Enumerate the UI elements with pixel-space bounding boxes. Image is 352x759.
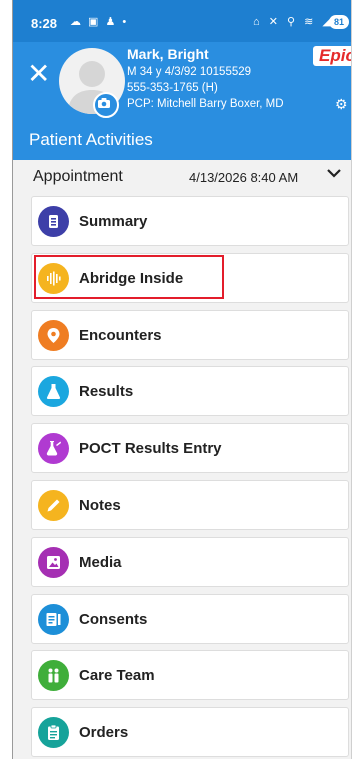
battery-icon: 81 [329,15,349,29]
activity-summary[interactable]: Summary [31,196,349,246]
notes-icon [38,489,69,521]
patient-header: ✕ Mark, Bright M 34 y 4/3/92 10155529 55… [13,42,351,118]
gear-icon[interactable]: ⚙ [335,96,348,113]
activity-consents[interactable]: Consents [31,593,349,644]
activity-label: Encounters [79,326,162,344]
activity-care-team[interactable]: Care Team [31,650,349,701]
activity-label: Media [79,553,122,571]
close-icon[interactable]: ✕ [27,60,50,88]
abridge-icon [38,262,69,294]
poct-icon [38,433,69,465]
media-icon [38,546,69,578]
results-icon [38,376,69,408]
chevron-down-icon[interactable] [325,164,343,182]
encounters-icon [38,319,69,351]
activity-list: Summary Abridge Inside Encounters Result… [31,196,349,759]
activity-notes[interactable]: Notes [31,479,349,530]
consents-icon [38,603,69,635]
summary-icon [38,206,69,237]
notification-icons: ☁ ▣ ♟ • [70,16,129,28]
activity-label: Orders [79,724,129,742]
activity-poct-results-entry[interactable]: POCT Results Entry [31,423,349,474]
patient-pcp: PCP: Mitchell Barry Boxer, MD [127,98,284,110]
system-icons: ⌂ ✕ ⚲ ≋ ◢ [253,16,334,28]
status-bar: 8:28 ☁ ▣ ♟ • ⌂ ✕ ⚲ ≋ ◢ 81 [13,0,351,42]
activity-encounters[interactable]: Encounters [31,309,349,360]
activity-orders[interactable]: Orders [31,707,349,758]
patient-name: Mark, Bright [127,46,209,62]
appointment-selector[interactable]: Appointment 4/13/2026 8:40 AM [13,160,351,196]
activity-label: Summary [79,213,148,230]
patient-phone: 555-353-1765 (H) [127,82,218,94]
activity-results[interactable]: Results [31,366,349,417]
app-frame: 8:28 ☁ ▣ ♟ • ⌂ ✕ ⚲ ≋ ◢ 81 ✕ Mark, Bright… [12,0,352,759]
orders-icon [38,717,69,749]
status-time: 8:28 [31,16,58,31]
epic-logo: Epic [313,46,351,66]
care-team-icon [38,660,69,692]
activity-label: Results [79,383,134,401]
activity-label: POCT Results Entry [79,440,222,458]
activity-label: Abridge Inside [79,269,184,287]
activity-label: Notes [79,496,121,514]
section-title: Patient Activities [29,130,153,149]
activity-abridge-inside[interactable]: Abridge Inside [31,252,349,303]
activity-media[interactable]: Media [31,536,349,587]
patient-demographics: M 34 y 4/3/92 10155529 [127,66,252,78]
camera-icon[interactable] [93,92,119,118]
activity-label: Consents [79,610,148,628]
section-header: Patient Activities [13,118,351,160]
appointment-label: Appointment [33,168,123,185]
appointment-datetime: 4/13/2026 8:40 AM [189,170,299,185]
activity-label: Care Team [79,667,155,685]
